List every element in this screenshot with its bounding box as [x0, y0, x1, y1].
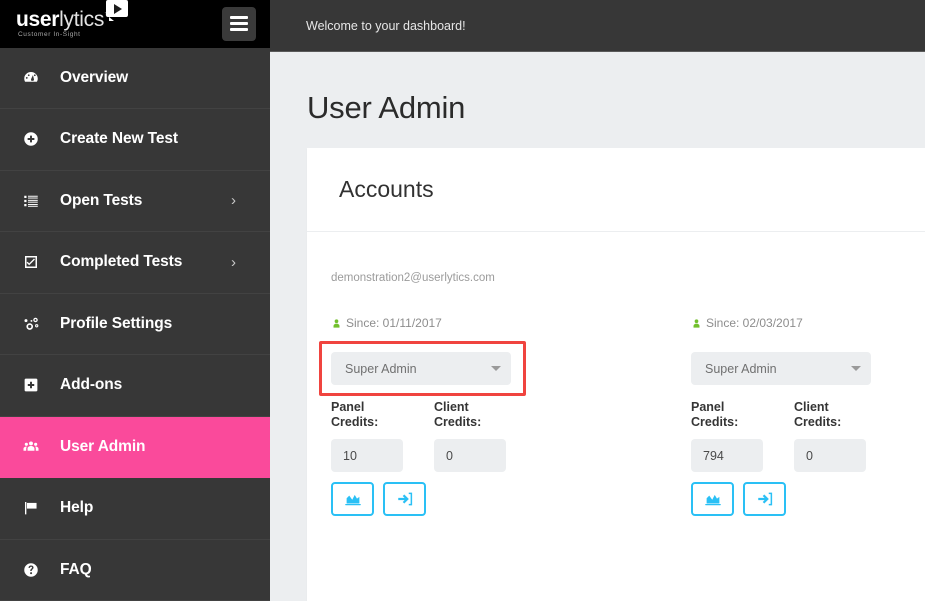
flag-icon — [22, 499, 52, 517]
accounts-grid: demonstration2@userlytics.com Since: 01/1… — [331, 272, 925, 516]
sidebar-item-add-ons[interactable]: Add-ons — [0, 355, 270, 417]
sidebar-item-open-tests[interactable]: Open Tests › — [0, 171, 270, 233]
panel-credits-block: Panel Credits: — [331, 400, 403, 472]
application-window: userlytics™ Customer In-Sight Overview Cr… — [0, 0, 925, 601]
impersonate-button[interactable] — [743, 482, 786, 516]
accounts-card-body: demonstration2@userlytics.com Since: 01/1… — [307, 232, 925, 516]
brand-name-bold: user — [16, 8, 59, 31]
panel-credits-label: Panel Credits: — [331, 400, 403, 430]
sidebar: userlytics™ Customer In-Sight Overview Cr… — [0, 0, 270, 601]
sidebar-item-overview[interactable]: Overview — [0, 48, 270, 110]
question-circle-icon — [22, 561, 52, 579]
chevron-right-icon: › — [231, 192, 236, 209]
sidebar-item-label: User Admin — [60, 438, 145, 456]
plus-square-icon — [22, 376, 52, 394]
credits-row: Panel Credits: Client Credits: — [331, 400, 691, 472]
client-credits-input[interactable] — [794, 439, 866, 472]
chevron-right-icon: › — [231, 254, 236, 271]
top-bar: Welcome to your dashboard! — [270, 0, 925, 52]
sidebar-item-label: Help — [60, 499, 93, 517]
page-title: User Admin — [270, 52, 925, 148]
hamburger-menu-icon[interactable] — [222, 7, 256, 41]
sidebar-nav: OverviewCreate New TestOpen Tests›Comple… — [0, 48, 270, 601]
sidebar-item-label: FAQ — [60, 561, 92, 579]
role-select-value: Super Admin — [705, 362, 777, 376]
account-email — [691, 272, 925, 290]
view-stats-button[interactable] — [331, 482, 374, 516]
account-email: demonstration2@userlytics.com — [331, 272, 691, 290]
role-select-value: Super Admin — [345, 362, 417, 376]
account-column: demonstration2@userlytics.com Since: 01/1… — [331, 272, 691, 516]
client-credits-block: Client Credits: — [434, 400, 506, 472]
sidebar-item-label: Add-ons — [60, 376, 122, 394]
account-since-label: Since: 02/03/2017 — [706, 316, 803, 330]
content-area: User Admin Accounts demonstration2@userl… — [270, 52, 925, 601]
panel-credits-label: Panel Credits: — [691, 400, 763, 430]
users-icon — [22, 438, 52, 456]
brand-wordmark: userlytics™ — [16, 9, 112, 30]
client-credits-label: Client Credits: — [434, 400, 506, 430]
account-column: Since: 02/03/2017 Super Admin Panel Credit… — [691, 272, 925, 516]
sidebar-item-label: Overview — [60, 69, 128, 87]
sidebar-item-label: Create New Test — [60, 130, 178, 148]
account-since: Since: 02/03/2017 — [691, 316, 925, 330]
sidebar-item-completed-tests[interactable]: Completed Tests › — [0, 232, 270, 294]
account-actions — [331, 482, 691, 516]
accounts-card-title: Accounts — [339, 176, 925, 203]
role-select[interactable]: Super Admin — [331, 352, 511, 385]
list-icon — [22, 192, 52, 210]
sidebar-item-label: Open Tests — [60, 192, 142, 210]
sidebar-item-label: Profile Settings — [60, 315, 172, 333]
impersonate-button[interactable] — [383, 482, 426, 516]
client-credits-input[interactable] — [434, 439, 506, 472]
sidebar-item-create-new-test[interactable]: Create New Test — [0, 109, 270, 171]
plus-circle-icon — [22, 130, 52, 148]
accounts-card-header: Accounts — [307, 148, 925, 232]
role-select-row: Super Admin — [691, 352, 925, 385]
sidebar-item-help[interactable]: Help — [0, 478, 270, 540]
dashboard-icon — [22, 69, 52, 87]
client-credits-block: Client Credits: — [794, 400, 866, 472]
brand-tagline: Customer In-Sight — [16, 32, 112, 39]
user-icon — [331, 318, 342, 329]
sign-in-icon — [756, 490, 774, 508]
user-icon — [691, 318, 702, 329]
account-since-label: Since: 01/11/2017 — [346, 316, 442, 330]
chevron-down-icon — [491, 366, 501, 371]
panel-credits-input[interactable] — [691, 439, 763, 472]
sidebar-item-profile-settings[interactable]: Profile Settings — [0, 294, 270, 356]
brand-header: userlytics™ Customer In-Sight — [0, 0, 270, 48]
role-select-row: Super Admin — [331, 352, 691, 385]
chevron-down-icon — [851, 366, 861, 371]
client-credits-label: Client Credits: — [794, 400, 866, 430]
sidebar-item-user-admin[interactable]: User Admin — [0, 417, 270, 479]
account-since: Since: 01/11/2017 — [331, 316, 691, 330]
credits-row: Panel Credits: Client Credits: — [691, 400, 925, 472]
view-stats-button[interactable] — [691, 482, 734, 516]
accounts-card: Accounts demonstration2@userlytics.comSi… — [307, 148, 925, 601]
userlytics-logo[interactable]: userlytics™ Customer In-Sight — [16, 9, 112, 39]
main-area: Welcome to your dashboard! User Admin Ac… — [270, 0, 925, 601]
sign-in-icon — [396, 490, 414, 508]
account-actions — [691, 482, 925, 516]
cogs-icon — [22, 315, 52, 333]
role-select[interactable]: Super Admin — [691, 352, 871, 385]
panel-credits-block: Panel Credits: — [691, 400, 763, 472]
welcome-message: Welcome to your dashboard! — [306, 19, 466, 33]
check-square-icon — [22, 253, 52, 271]
sidebar-item-faq[interactable]: FAQ — [0, 540, 270, 601]
brand-name-light: lytics — [59, 8, 104, 31]
area-chart-icon — [704, 490, 722, 508]
panel-credits-input[interactable] — [331, 439, 403, 472]
area-chart-icon — [344, 490, 362, 508]
play-badge-icon — [106, 0, 128, 17]
sidebar-item-label: Completed Tests — [60, 253, 182, 271]
